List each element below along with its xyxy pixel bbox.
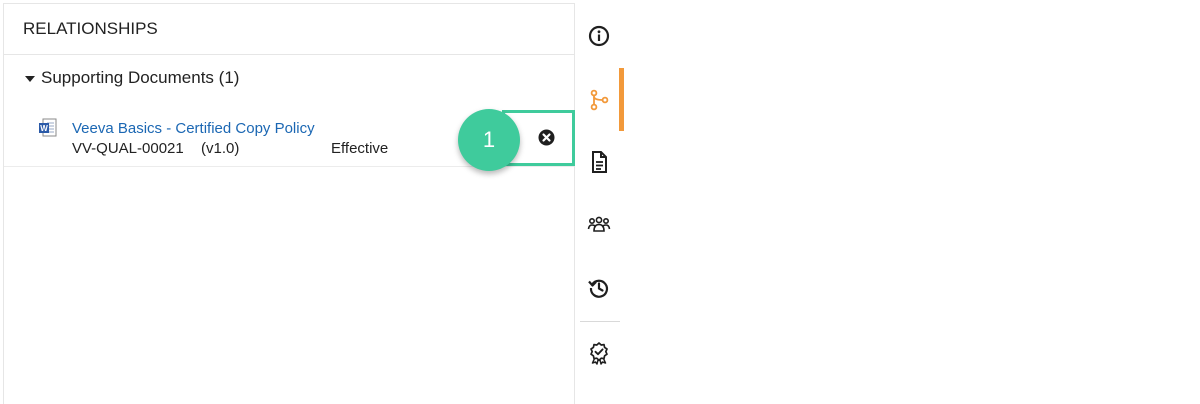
supporting-documents-toggle[interactable]: Supporting Documents (1) [4, 55, 574, 101]
section-label: Supporting Documents (1) [41, 68, 240, 87]
svg-text:W: W [40, 124, 48, 133]
remove-relationship-button[interactable] [538, 129, 555, 146]
users-icon[interactable] [587, 213, 611, 237]
info-icon[interactable] [587, 24, 611, 48]
document-title-link[interactable]: Veeva Basics - Certified Copy Policy [72, 120, 315, 137]
step-badge: 1 [458, 109, 520, 171]
document-version: (v1.0) [201, 140, 240, 157]
side-rail [575, 3, 624, 404]
rail-divider [580, 321, 620, 322]
relationships-icon[interactable] [587, 88, 611, 112]
word-document-icon: W [39, 118, 57, 137]
panel-title: RELATIONSHIPS [4, 4, 574, 55]
active-indicator [619, 68, 624, 131]
history-icon[interactable] [587, 276, 611, 300]
document-number: VV-QUAL-00021 [72, 140, 184, 157]
caret-down-icon [25, 76, 35, 82]
certification-icon[interactable] [587, 341, 611, 365]
document-icon[interactable] [587, 150, 611, 174]
relationships-panel: RELATIONSHIPS Supporting Documents (1) W… [3, 3, 575, 404]
document-status: Effective [331, 140, 389, 157]
